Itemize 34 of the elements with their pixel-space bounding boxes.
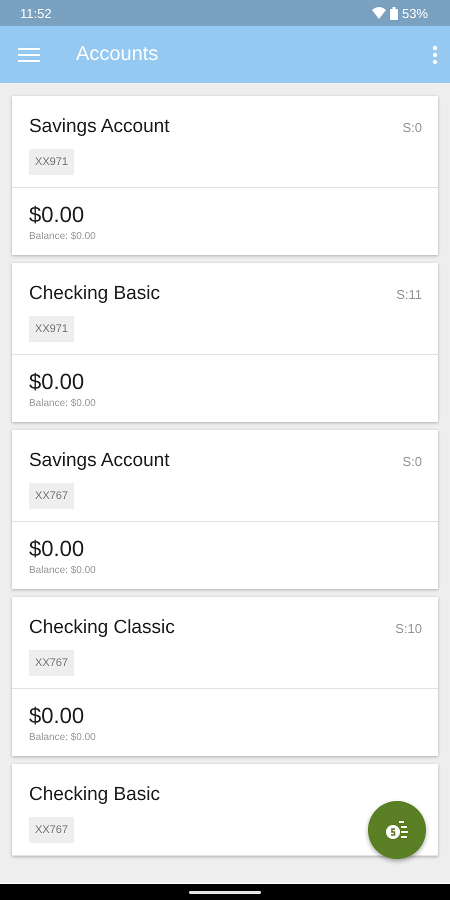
balance-text: Balance: $0.00 (29, 732, 97, 743)
wifi-icon (372, 7, 386, 19)
account-card[interactable]: Checking Classic S:10 XX767 $0.00 Balance: $0.00 (12, 597, 438, 756)
home-indicator[interactable] (189, 890, 261, 894)
account-card[interactable]: Savings Account S:0 XX971 $0.00 Balance: $0.00 (12, 96, 438, 255)
balance-text: Balance: $0.00 (29, 231, 97, 242)
account-amount: $0.00 (29, 369, 86, 395)
account-name: Savings Account (29, 116, 170, 138)
account-name: Savings Account (29, 450, 170, 472)
coin-icon (385, 819, 409, 841)
account-name: Checking Classic (29, 617, 175, 639)
account-name: Checking Basic (29, 283, 160, 305)
balance-text: Balance: $0.00 (29, 565, 97, 576)
sync-count: S:0 (402, 120, 422, 135)
sync-count: S:0 (402, 454, 422, 469)
account-amount: $0.00 (29, 202, 86, 228)
sync-count: S:11 (396, 287, 422, 302)
status-time: 11:52 (20, 6, 52, 20)
account-name: Checking Basic (29, 784, 160, 806)
account-amount: $0.00 (29, 536, 86, 562)
account-card[interactable]: Savings Account S:0 XX767 $0.00 Balance: $0.00 (12, 430, 438, 589)
battery-icon (390, 6, 398, 20)
account-number-tag: XX971 (29, 149, 74, 175)
account-number-tag: XX971 (29, 316, 74, 342)
account-card[interactable]: Checking Basic S:11 XX971 $0.00 Balance: $0.00 (12, 263, 438, 422)
account-number-tag: XX767 (29, 817, 74, 843)
account-card[interactable]: Checking Basic XX767 (12, 764, 438, 856)
balance-text: Balance: $0.00 (29, 398, 97, 409)
battery-percent: 53% (402, 6, 428, 20)
account-number-tag: XX767 (29, 483, 74, 509)
app-title: Accounts (76, 43, 160, 66)
account-amount: $0.00 (29, 703, 86, 729)
sync-count: S:10 (395, 621, 422, 636)
account-number-tag: XX767 (29, 650, 74, 676)
